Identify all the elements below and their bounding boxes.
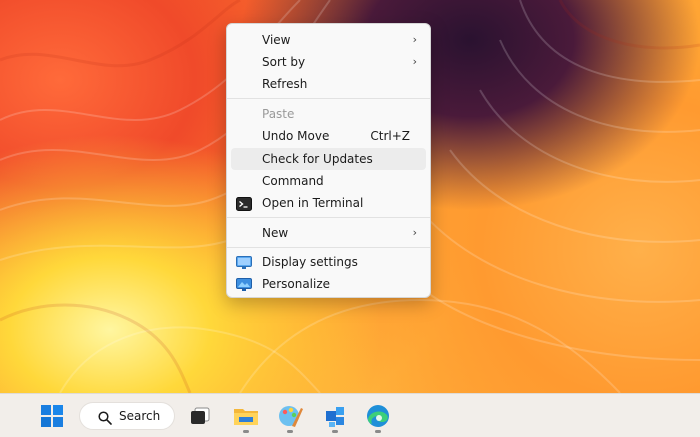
app-button[interactable]: [319, 400, 351, 432]
task-view-button[interactable]: [185, 400, 217, 432]
running-indicator: [332, 430, 338, 433]
chevron-right-icon: ›: [412, 55, 417, 68]
menu-item-sort-by[interactable]: Sort by ›: [231, 51, 426, 73]
menu-item-label: Open in Terminal: [262, 196, 364, 210]
edge-icon: [362, 405, 394, 436]
menu-item-label: View: [262, 33, 291, 47]
menu-item-label: New: [262, 226, 289, 240]
menu-item-paste: Paste: [231, 103, 426, 125]
menu-item-refresh[interactable]: Refresh: [231, 73, 426, 95]
menu-item-open-in-terminal[interactable]: Open in Terminal: [231, 192, 426, 214]
menu-item-label: Sort by: [262, 55, 306, 69]
menu-item-display-settings[interactable]: Display settings: [231, 251, 426, 273]
menu-item-undo-move[interactable]: Undo Move Ctrl+Z: [231, 125, 426, 147]
menu-item-new[interactable]: New ›: [231, 222, 426, 244]
personalize-icon: [236, 277, 252, 291]
running-indicator: [375, 430, 381, 433]
menu-item-shortcut: Ctrl+Z: [370, 129, 410, 143]
running-indicator: [243, 430, 249, 433]
menu-item-label: Display settings: [262, 255, 358, 269]
edge-button[interactable]: [362, 400, 394, 432]
menu-separator: [227, 98, 430, 99]
menu-item-label: Refresh: [262, 77, 308, 91]
menu-item-label: Personalize: [262, 277, 331, 291]
menu-item-command[interactable]: Command: [231, 170, 426, 192]
taskbar-search-box[interactable]: Search: [79, 402, 175, 430]
file-explorer-icon: [230, 409, 262, 436]
display-settings-icon: [236, 255, 252, 269]
app-icon: [319, 407, 351, 436]
chevron-right-icon: ›: [412, 33, 417, 46]
chevron-right-icon: ›: [412, 226, 417, 239]
menu-separator: [227, 217, 430, 218]
running-indicator: [287, 430, 293, 433]
start-icon: [36, 405, 68, 436]
taskbar: Search: [0, 393, 700, 437]
menu-separator: [227, 247, 430, 248]
search-icon: [98, 410, 112, 425]
start-button[interactable]: [36, 400, 68, 432]
file-explorer-button[interactable]: [230, 400, 262, 432]
menu-item-label: Check for Updates: [262, 152, 373, 166]
menu-item-label: Paste: [262, 107, 295, 121]
menu-item-label: Command: [262, 174, 324, 188]
paint-icon: [274, 406, 306, 436]
search-label: Search: [119, 409, 161, 423]
menu-item-personalize[interactable]: Personalize: [231, 273, 426, 295]
menu-item-label: Undo Move: [262, 129, 330, 143]
task-view-icon: [185, 407, 217, 436]
terminal-icon: [236, 196, 252, 211]
paint-button[interactable]: [274, 400, 306, 432]
menu-item-check-for-updates[interactable]: Check for Updates: [231, 148, 426, 170]
desktop-context-menu: View › Sort by › Refresh Paste Undo Move…: [226, 23, 431, 298]
menu-item-view[interactable]: View ›: [231, 29, 426, 51]
